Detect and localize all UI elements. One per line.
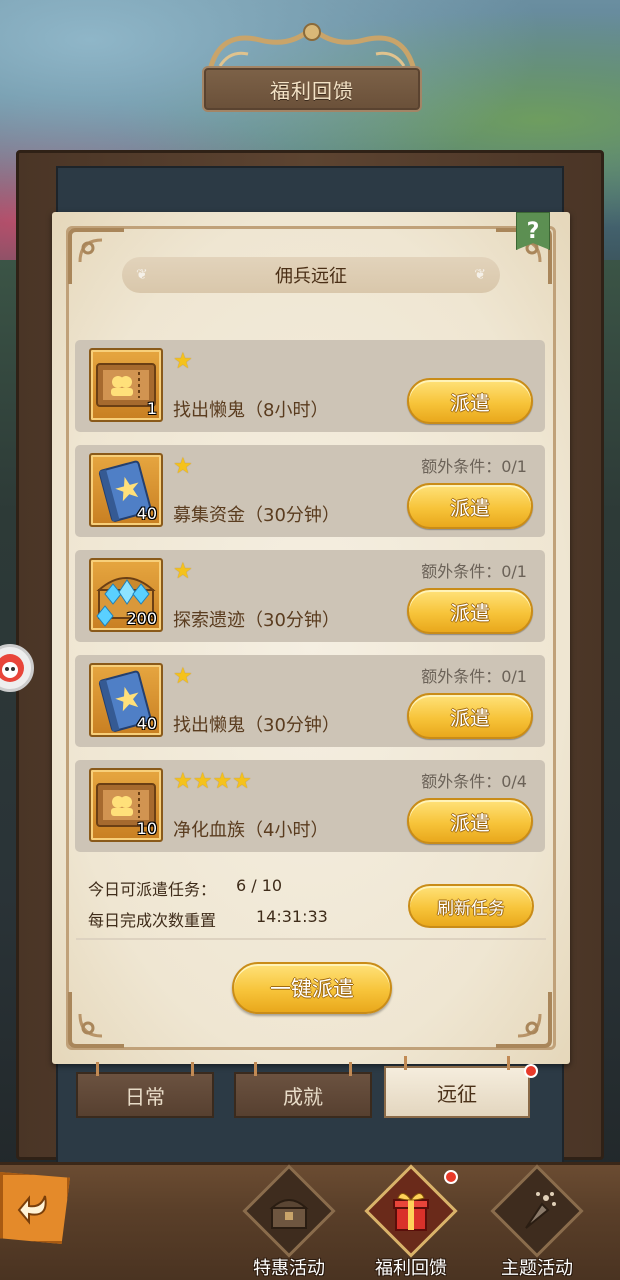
dispatch-button[interactable]: 派遣 xyxy=(407,798,533,844)
panel-title: 佣兵远征 xyxy=(275,266,347,287)
notification-dot xyxy=(524,1064,538,1078)
page-title: 福利回馈 xyxy=(270,78,354,103)
nav-label: 特惠活动 xyxy=(253,1258,325,1279)
reward-icon-box[interactable]: 10 xyxy=(89,768,163,842)
tab-achievement[interactable]: 成就 xyxy=(234,1062,372,1118)
task-row: 40 ★ 额外条件：0/1 找出懒鬼（30分钟） 派遣 xyxy=(75,655,545,747)
task-row: 40 ★ 额外条件：0/1 募集资金（30分钟） 派遣 xyxy=(75,445,545,537)
corner-ornament-icon xyxy=(496,992,552,1048)
star-icon: ★ xyxy=(173,349,193,374)
task-row: 200 ★ 额外条件：0/1 探索遗迹（30分钟） 派遣 xyxy=(75,550,545,642)
dispatch-button[interactable]: 派遣 xyxy=(407,483,533,529)
corner-ornament-icon xyxy=(68,992,124,1048)
reset-label: 每日完成次数重置 xyxy=(88,911,217,930)
star-rating: ★ xyxy=(173,350,193,374)
task-name: 找出懒鬼（8小时） xyxy=(173,400,329,421)
gift-box-icon xyxy=(393,1193,429,1231)
tab-pin xyxy=(96,1062,99,1076)
title-banner: 福利回馈 xyxy=(190,20,434,112)
tab-pin xyxy=(254,1062,257,1076)
tab-daily[interactable]: 日常 xyxy=(76,1062,214,1118)
title-plate: 福利回馈 xyxy=(202,66,422,112)
nav-label: 主题活动 xyxy=(501,1258,573,1279)
reward-icon-box[interactable]: 1 xyxy=(89,348,163,422)
refresh-tasks-button[interactable]: 刷新任务 xyxy=(408,884,534,928)
back-button[interactable] xyxy=(0,1172,70,1244)
nav-label: 福利回馈 xyxy=(375,1258,447,1279)
tab-pin xyxy=(349,1062,352,1076)
star-rating: ★ xyxy=(173,455,193,479)
task-name: 净化血族（4小时） xyxy=(173,820,329,841)
reward-icon-box[interactable]: 40 xyxy=(89,663,163,737)
reward-icon-box[interactable]: 200 xyxy=(89,558,163,632)
nav-welfare[interactable]: 福利回馈 xyxy=(356,1164,466,1280)
firework-icon xyxy=(525,1192,556,1229)
star-icon: ★ xyxy=(173,454,193,479)
tab-label: 日常 xyxy=(125,1084,165,1109)
reset-timer: 14:31:33 xyxy=(256,907,328,926)
reward-count: 1 xyxy=(146,399,157,418)
star-icon: ★ xyxy=(173,559,193,584)
tab-pin xyxy=(191,1062,194,1076)
mascot-icon xyxy=(0,654,24,682)
star-rating: ★ xyxy=(173,560,193,584)
dispatch-count: 6 / 10 xyxy=(236,876,283,895)
one-click-dispatch-button[interactable]: 一键派遣 xyxy=(232,962,392,1014)
task-name: 探索遗迹（30分钟） xyxy=(173,610,340,631)
reward-count: 40 xyxy=(136,504,157,523)
treasure-chest-icon xyxy=(269,1199,309,1229)
dispatch-label: 今日可派遣任务： xyxy=(88,880,217,899)
reward-count: 10 xyxy=(136,819,157,838)
nav-theme-events[interactable]: 主题活动 xyxy=(482,1164,592,1280)
task-row: 1 ★ 找出懒鬼（8小时） 派遣 xyxy=(75,340,545,432)
extra-condition: 额外条件：0/4 xyxy=(421,772,527,791)
star-icon: ★★★★ xyxy=(173,769,252,794)
dispatch-button[interactable]: 派遣 xyxy=(407,378,533,424)
extra-condition: 额外条件：0/1 xyxy=(421,562,527,581)
flourish-icon: ❦ xyxy=(474,267,486,283)
star-icon: ★ xyxy=(173,664,193,689)
task-name: 找出懒鬼（30分钟） xyxy=(173,715,340,736)
nav-special-offers[interactable]: 特惠活动 xyxy=(234,1164,344,1280)
dispatch-button[interactable]: 派遣 xyxy=(407,693,533,739)
extra-condition: 额外条件：0/1 xyxy=(421,667,527,686)
reward-count: 200 xyxy=(126,609,157,628)
tab-label: 成就 xyxy=(283,1084,323,1109)
divider xyxy=(76,938,546,940)
task-row: 10 ★★★★ 额外条件：0/4 净化血族（4小时） 派遣 xyxy=(75,760,545,852)
corner-ornament-icon xyxy=(68,228,124,284)
back-arrow-icon xyxy=(17,1195,47,1225)
extra-condition: 额外条件：0/1 xyxy=(421,457,527,476)
tab-expedition[interactable]: 远征 xyxy=(384,1056,530,1118)
tab-label: 远征 xyxy=(437,1081,477,1106)
star-rating: ★ xyxy=(173,665,193,689)
tab-pin xyxy=(404,1056,407,1070)
dispatch-button[interactable]: 派遣 xyxy=(407,588,533,634)
tab-pin xyxy=(507,1056,510,1070)
flourish-icon: ❦ xyxy=(136,267,148,283)
task-name: 募集资金（30分钟） xyxy=(173,505,340,526)
panel-title-bar: ❦ 佣兵远征 ❦ xyxy=(122,257,500,293)
reward-icon-box[interactable]: 40 xyxy=(89,453,163,527)
star-rating: ★★★★ xyxy=(173,770,252,794)
reward-count: 40 xyxy=(136,714,157,733)
